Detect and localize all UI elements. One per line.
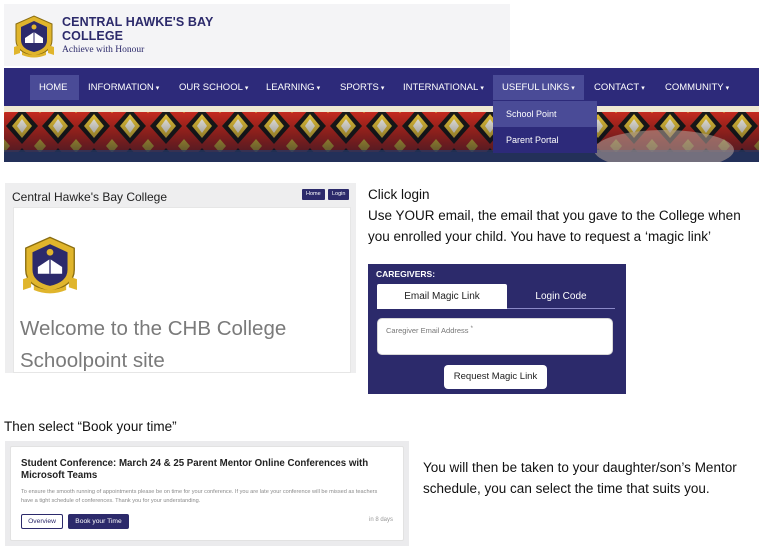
conference-card: Student Conference: March 24 & 25 Parent… <box>10 446 404 541</box>
instruction-use-email: Use YOUR email, the email that you gave … <box>368 208 741 244</box>
nav-item-label: USEFUL LINKS <box>502 82 570 93</box>
chevron-down-icon: ▾ <box>316 85 321 92</box>
chevron-down-icon: ▾ <box>480 85 484 92</box>
nav-item-label: OUR SCHOOL <box>179 82 243 93</box>
nav-item-useful-links[interactable]: USEFUL LINKS ▾ <box>493 75 584 100</box>
college-crest-icon <box>20 232 80 294</box>
nav-item-international[interactable]: INTERNATIONAL ▾ <box>394 75 493 100</box>
tab-login-code[interactable]: Login Code <box>507 284 615 309</box>
nav-item-label: INTERNATIONAL <box>403 82 479 93</box>
instruction-mentor-schedule: You will then be taken to your daughter/… <box>423 460 737 496</box>
chevron-down-icon: ▾ <box>380 85 385 92</box>
nav-item-label: HOME <box>39 82 68 93</box>
hero-banner <box>4 106 759 162</box>
overview-button[interactable]: Overview <box>21 514 63 529</box>
nav-item-sports[interactable]: SPORTS ▾ <box>331 75 393 100</box>
home-button[interactable]: Home <box>302 189 325 200</box>
caregivers-heading: CAREGIVERS: <box>376 269 436 279</box>
site-header: CENTRAL HAWKE'S BAY COLLEGE Achieve with… <box>4 4 510 66</box>
school-name: CENTRAL HAWKE'S BAY COLLEGE <box>62 15 214 43</box>
nav-item-community[interactable]: COMMUNITY ▾ <box>656 75 738 100</box>
book-your-time-button[interactable]: Book your Time <box>68 514 129 529</box>
nav-item-label: COMMUNITY <box>665 82 724 93</box>
welcome-heading: Welcome to the CHB College Schoolpoint s… <box>20 317 287 372</box>
required-marker: * <box>470 326 473 332</box>
instruction-then-select: Then select “Book your time” <box>4 419 177 434</box>
instruction-click-login: Click login <box>368 187 430 202</box>
nav-item-label: INFORMATION <box>88 82 154 93</box>
schoolpoint-welcome-card: Welcome to the CHB College Schoolpoint s… <box>13 207 351 373</box>
school-motto: Achieve with Honour <box>62 45 145 55</box>
schoolpoint-site-title: Central Hawke's Bay College <box>12 190 168 204</box>
conference-description: To ensure the smooth running of appointm… <box>21 489 378 504</box>
nav-item-label: SPORTS <box>340 82 379 93</box>
nav-item-label: CONTACT <box>594 82 640 93</box>
dropdown-item-school-point[interactable]: School Point <box>493 101 597 127</box>
dropdown-item-parent-portal[interactable]: Parent Portal <box>493 127 597 153</box>
conference-due: in 8 days <box>368 517 393 523</box>
chevron-down-icon: ▾ <box>244 85 249 92</box>
main-navbar: HOME INFORMATION ▾ OUR SCHOOL ▾ LEARNING ▾ … <box>4 68 759 106</box>
useful-links-dropdown: School Point Parent Portal <box>493 101 597 153</box>
chevron-down-icon: ▾ <box>155 85 160 92</box>
email-placeholder-text: Caregiver Email Address <box>386 326 469 335</box>
nav-item-information[interactable]: INFORMATION ▾ <box>79 75 168 100</box>
nav-item-home[interactable]: HOME <box>30 75 79 100</box>
chevron-down-icon: ▾ <box>641 85 645 92</box>
nav-item-label: LEARNING <box>266 82 315 93</box>
conference-title: Student Conference: March 24 & 25 Parent… <box>21 458 369 481</box>
nav-item-our-school[interactable]: OUR SCHOOL ▾ <box>170 75 257 100</box>
email-field-placeholder: Caregiver Email Address * <box>386 326 473 335</box>
chevron-down-icon: ▾ <box>725 85 730 92</box>
caregiver-email-field[interactable]: Caregiver Email Address * <box>377 318 613 355</box>
request-magic-link-button[interactable]: Request Magic Link <box>444 365 547 389</box>
login-button[interactable]: Login <box>328 189 350 200</box>
nav-item-learning[interactable]: LEARNING ▾ <box>257 75 329 100</box>
conference-screenshot: Student Conference: March 24 & 25 Parent… <box>5 441 409 546</box>
college-crest-logo[interactable] <box>12 12 56 58</box>
nav-item-contact[interactable]: CONTACT ▾ <box>585 75 654 100</box>
chevron-down-icon: ▾ <box>571 85 575 92</box>
schoolpoint-screenshot: Central Hawke's Bay College Home Login W… <box>5 183 356 373</box>
caregiver-login-panel: CAREGIVERS: Email Magic Link Login Code … <box>368 264 626 394</box>
tab-email-magic-link[interactable]: Email Magic Link <box>377 284 507 309</box>
